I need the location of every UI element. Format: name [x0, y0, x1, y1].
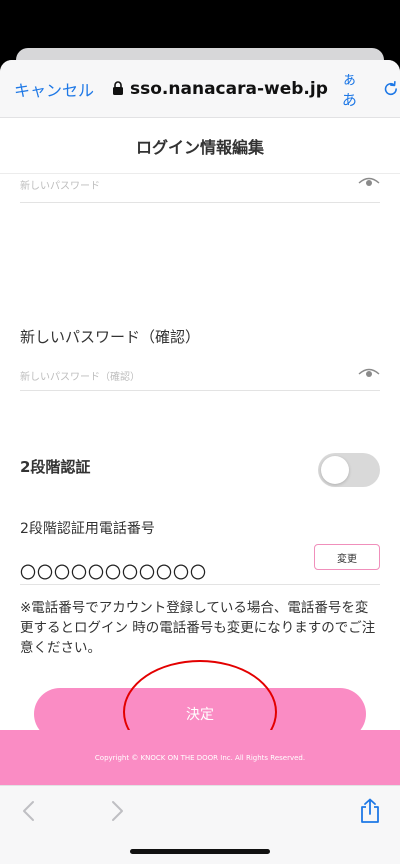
eye-icon[interactable] — [358, 368, 380, 380]
lock-icon — [113, 81, 124, 95]
toggle-knob — [321, 456, 349, 484]
home-indicator — [130, 849, 270, 854]
change-phone-button[interactable]: 変更 — [314, 544, 380, 570]
browser-sheet: キャンセル sso.nanacara-web.jp ぁあ ログイン情報編集 新し… — [0, 60, 400, 864]
confirm-password-input[interactable]: 新しいパスワード（確認） — [20, 368, 140, 383]
browser-bottom-bar — [0, 785, 400, 864]
page-title: ログイン情報編集 — [135, 137, 264, 157]
cancel-button[interactable]: キャンセル — [14, 77, 94, 101]
two-factor-toggle[interactable] — [318, 453, 380, 487]
address-bar[interactable]: sso.nanacara-web.jp — [112, 79, 328, 99]
two-factor-label: 2段階認証 — [20, 458, 91, 476]
text-size-button[interactable]: ぁあ — [342, 68, 368, 110]
forward-arrow-icon[interactable] — [106, 800, 128, 822]
reload-icon[interactable] — [382, 79, 400, 99]
confirm-password-underline — [20, 390, 380, 391]
confirm-password-label: 新しいパスワード（確認） — [20, 328, 201, 346]
phone-number-value: 〇〇〇〇〇〇〇〇〇〇〇 — [20, 563, 208, 582]
new-password-input[interactable]: 新しいパスワード — [20, 177, 100, 192]
submit-button[interactable]: 決定 — [34, 688, 366, 730]
page-footer: Copyright © KNOCK ON THE DOOR Inc. All R… — [0, 730, 400, 785]
browser-top-bar: キャンセル sso.nanacara-web.jp ぁあ — [0, 60, 400, 118]
back-arrow-icon[interactable] — [18, 800, 40, 822]
phone-underline — [20, 584, 380, 585]
form-content: 新しいパスワード 新しいパスワード（確認） 新しいパスワード（確認） 2段階認証… — [0, 174, 400, 730]
eye-icon[interactable] — [358, 177, 380, 189]
share-icon[interactable] — [358, 798, 382, 824]
copyright-text: Copyright © KNOCK ON THE DOOR Inc. All R… — [94, 753, 306, 762]
phone-label: 2段階認証用電話番号 — [20, 521, 155, 537]
new-password-underline — [20, 202, 380, 203]
phone-change-notice: ※電話番号でアカウント登録している場合、電話番号を変更するとログイン 時の電話番… — [20, 600, 376, 656]
url-text: sso.nanacara-web.jp — [130, 78, 328, 99]
page-header: ログイン情報編集 — [0, 118, 400, 174]
